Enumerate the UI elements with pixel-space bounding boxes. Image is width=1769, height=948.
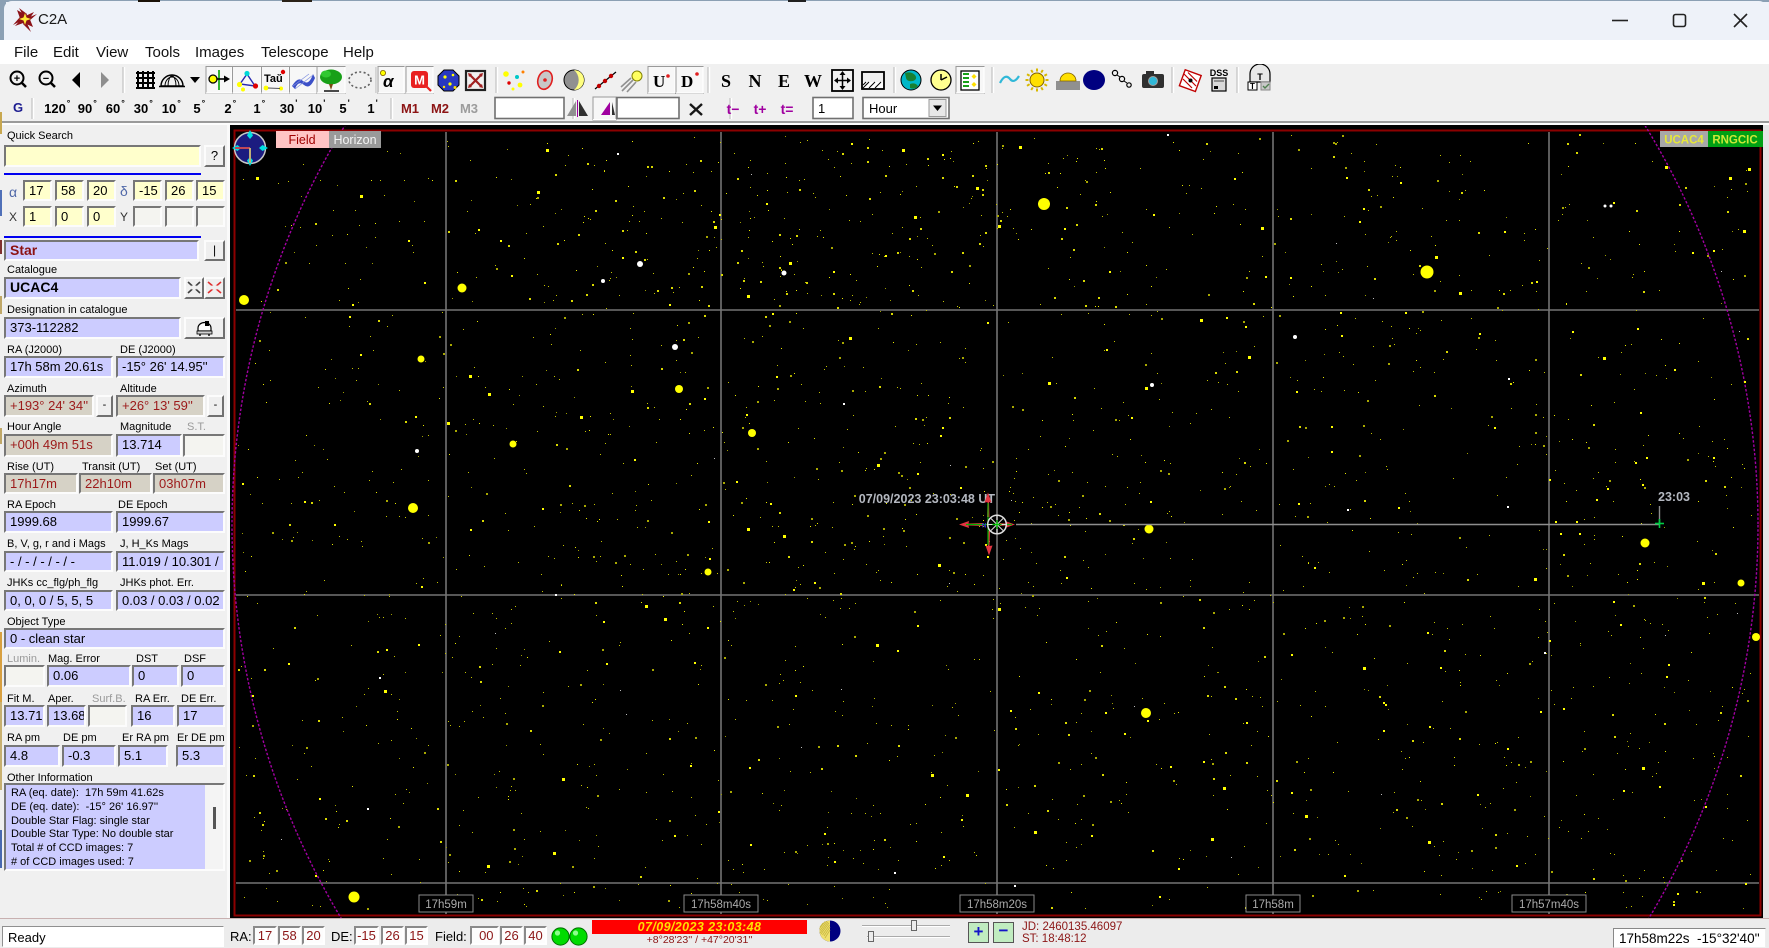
svg-text:5: 5	[339, 101, 346, 116]
svg-text:30: 30	[134, 101, 148, 116]
svg-text:17h58m20s: 17h58m20s	[967, 899, 1027, 911]
svg-text:': '	[323, 98, 325, 108]
svg-text:°: °	[93, 98, 97, 108]
svg-text:DSS: DSS	[1210, 68, 1229, 78]
svg-text:Horizon: Horizon	[333, 133, 376, 147]
svg-text:S: S	[721, 71, 731, 91]
svg-text:1: 1	[818, 101, 825, 116]
svg-text:W: W	[804, 71, 822, 91]
svg-text:17h59m: 17h59m	[425, 899, 467, 911]
svg-text:17h58m: 17h58m	[1252, 899, 1294, 911]
svg-text:10: 10	[162, 101, 176, 116]
svg-text:t−: t−	[727, 101, 740, 117]
svg-text:°: °	[262, 98, 266, 108]
svg-text:G: G	[13, 100, 23, 115]
svg-text:17h58m40s: 17h58m40s	[691, 899, 751, 911]
svg-text:': '	[376, 98, 378, 108]
svg-text:T: T	[1257, 72, 1263, 82]
svg-text:N: N	[749, 71, 762, 91]
svg-text:Taŭ: Taŭ	[264, 73, 283, 85]
svg-text:E: E	[778, 71, 790, 91]
svg-text:07/09/2023 23:03:48 UT: 07/09/2023 23:03:48 UT	[859, 492, 996, 506]
svg-text:2: 2	[224, 101, 231, 116]
svg-text:°: °	[177, 98, 181, 108]
svg-text:120: 120	[44, 101, 66, 116]
svg-text:90: 90	[78, 101, 92, 116]
svg-text:': '	[348, 98, 350, 108]
svg-text:M3: M3	[460, 101, 478, 116]
svg-text:t+: t+	[754, 101, 767, 117]
svg-text:RNGCIC: RNGCIC	[1712, 135, 1757, 147]
svg-text:M1: M1	[401, 101, 419, 116]
svg-text:23:03: 23:03	[1658, 490, 1690, 504]
svg-text:°: °	[233, 98, 237, 108]
svg-text:−: −	[43, 73, 49, 85]
svg-text:M2: M2	[431, 101, 449, 116]
svg-text:1: 1	[253, 101, 260, 116]
svg-text:10: 10	[308, 101, 322, 116]
svg-text:': '	[295, 98, 297, 108]
svg-text:Hour: Hour	[869, 101, 898, 116]
svg-text:°: °	[67, 98, 71, 108]
svg-text:60: 60	[106, 101, 120, 116]
svg-text:°: °	[121, 98, 125, 108]
svg-text:T: T	[1250, 82, 1255, 91]
svg-text:t=: t=	[781, 101, 794, 117]
svg-text:U: U	[653, 72, 665, 91]
svg-text:D: D	[681, 72, 693, 91]
svg-text:17h57m40s: 17h57m40s	[1519, 899, 1579, 911]
svg-text:UCAC4: UCAC4	[1664, 135, 1704, 147]
svg-text:M: M	[414, 73, 425, 88]
svg-text:30: 30	[280, 101, 294, 116]
svg-text:N: N	[982, 524, 986, 530]
svg-text:Field: Field	[288, 133, 315, 147]
svg-text:°: °	[149, 98, 153, 108]
svg-text:+: +	[14, 73, 20, 85]
svg-text:5: 5	[193, 101, 200, 116]
svg-text:°: °	[202, 98, 206, 108]
svg-text:1: 1	[367, 101, 374, 116]
